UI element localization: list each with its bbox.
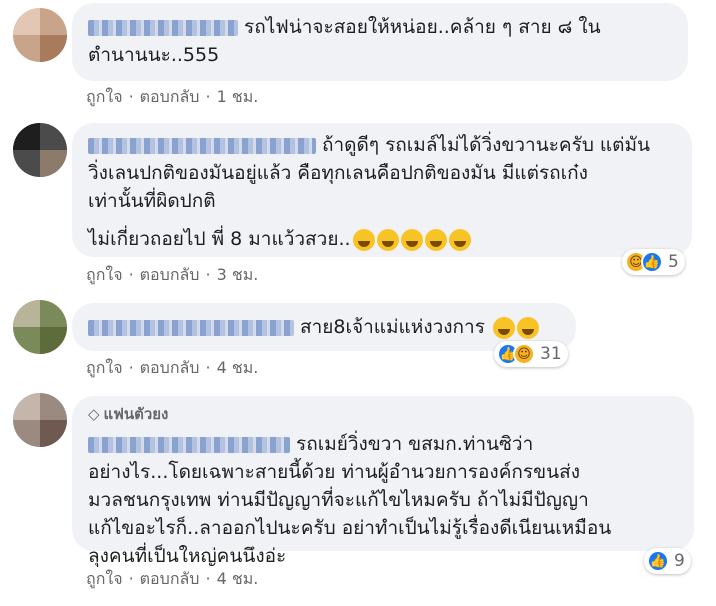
reaction-count: 9 (674, 551, 685, 571)
reply-link[interactable]: ตอบกลับ (140, 263, 200, 288)
grin-sweat-emoji (424, 228, 447, 251)
like-link[interactable]: ถูกใจ (86, 567, 123, 592)
haha-reaction-icon: ☺ (513, 343, 535, 365)
avatar[interactable] (13, 393, 67, 447)
like-link[interactable]: ถูกใจ (86, 356, 123, 381)
reaction-count: 5 (668, 252, 679, 272)
comment-text-line: เท่านั้นที่ผิดปกติ (88, 190, 216, 212)
comment-text-line: แก้ไขอะไรก็..ลาออกไปนะครับ อย่าทำเป็นไม่… (88, 517, 612, 539)
timestamp[interactable]: 4 ชม. (217, 567, 259, 592)
diamond-icon: ◇ (88, 405, 100, 423)
reply-link[interactable]: ตอบกลับ (140, 356, 200, 381)
like-reaction-icon: 👍 (641, 251, 663, 273)
comment-bubble: รถไฟน่าจะสอยให้หน่อย..คล้าย ๆ สาย ๘ ใน ต… (72, 3, 688, 81)
fan-badge[interactable]: ◇ แฟนตัวยง (88, 402, 676, 426)
like-link[interactable]: ถูกใจ (86, 263, 123, 288)
comment-text-line: รถเมย์วิ่งขวา ขสมก.ท่านซิว่า (296, 433, 534, 455)
author-name[interactable] (88, 436, 290, 453)
smirk-emoji (492, 316, 515, 339)
timestamp[interactable]: 3 ชม. (217, 263, 259, 288)
comment-text-line: วิ่งเลนปกติของมันอยู่แล้ว คือทุกเลนคือปก… (88, 162, 588, 184)
comment-text-line: ลุงคนที่เป็นใหญ่คนนึงอ่ะ (88, 545, 287, 567)
comment-actions: ถูกใจ · ตอบกลับ · 1 ชม. (86, 85, 258, 110)
avatar[interactable] (13, 300, 67, 354)
reaction-count: 31 (540, 344, 562, 364)
comment-text-line: ตำนานนะ..555 (88, 44, 220, 66)
grin-sweat-emoji (352, 228, 375, 251)
author-name[interactable] (88, 19, 238, 36)
reaction-summary[interactable]: ☺ 👍 5 (622, 249, 685, 275)
comment-text-line: รถไฟน่าจะสอยให้หน่อย..คล้าย ๆ สาย ๘ ใน (244, 16, 601, 38)
grin-sweat-emoji (448, 228, 471, 251)
author-name[interactable] (88, 319, 294, 336)
reaction-summary[interactable]: 👍 ☺ 31 (494, 341, 568, 367)
author-name[interactable] (88, 137, 316, 154)
avatar[interactable] (13, 123, 67, 177)
like-link[interactable]: ถูกใจ (86, 85, 123, 110)
avatar[interactable] (13, 8, 67, 62)
comment-bubble: ◇ แฟนตัวยง รถเมย์วิ่งขวา ขสมก.ท่านซิว่า … (72, 396, 694, 567)
comment-text-line: มวลชนกรุงเทพ ท่านมีปัญญาที่จะแก้ไขไหมครั… (88, 489, 589, 511)
comment-bubble: ถ้าดูดีๆ รถเมล์ไม่ได้วิ่งขวานะครับ แต่มั… (72, 123, 692, 257)
reaction-summary[interactable]: 👍 9 (644, 548, 691, 574)
timestamp[interactable]: 4 ชม. (217, 356, 259, 381)
timestamp[interactable]: 1 ชม. (217, 85, 259, 110)
comment-actions: ถูกใจ · ตอบกลับ · 4 ชม. (86, 567, 258, 592)
comment-text-line: อย่างไร...โดยเฉพาะสายนี้ด้วย ท่านผู้อำนว… (88, 461, 580, 483)
reply-link[interactable]: ตอบกลับ (140, 567, 200, 592)
comment-text-line: ถ้าดูดีๆ รถเมล์ไม่ได้วิ่งขวานะครับ แต่มั… (322, 134, 651, 156)
smirk-emoji (516, 316, 539, 339)
comment-actions: ถูกใจ · ตอบกลับ · 3 ชม. (86, 263, 258, 288)
reply-link[interactable]: ตอบกลับ (140, 85, 200, 110)
grin-sweat-emoji (376, 228, 399, 251)
comment-text-line: สาย8เจ้าแม่แห่งวงการ (300, 316, 485, 338)
like-reaction-icon: 👍 (647, 550, 669, 572)
grin-sweat-emoji (400, 228, 423, 251)
comment-actions: ถูกใจ · ตอบกลับ · 4 ชม. (86, 356, 258, 381)
comment-text-line: ไม่เกี่ยวถอยไป พี่ 8 มาแว้วสวย.. (88, 228, 351, 250)
badge-label: แฟนตัวยง (103, 405, 169, 423)
